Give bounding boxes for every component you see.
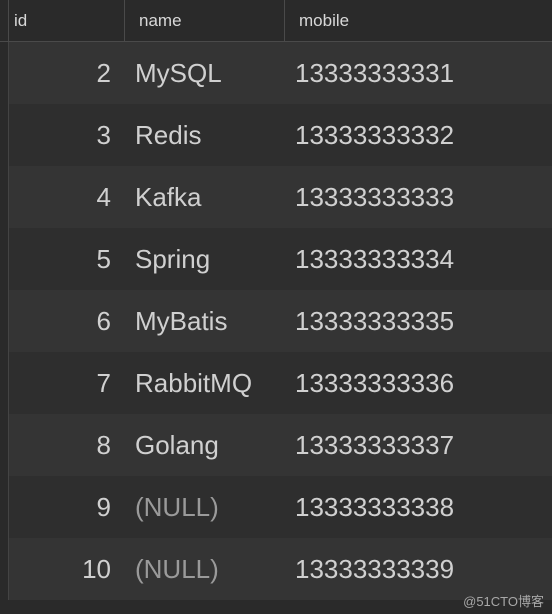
cell-name: (NULL) [125,476,285,538]
cell-mobile: 13333333332 [285,104,552,166]
cell-id: 8 [0,414,125,476]
column-header-id[interactable]: id [0,0,125,41]
table-row[interactable]: 2MySQL13333333331 [0,42,552,104]
column-header-name[interactable]: name [125,0,285,41]
cell-mobile: 13333333334 [285,228,552,290]
column-header-mobile[interactable]: mobile [285,0,552,41]
cell-name: (NULL) [125,538,285,600]
table-row[interactable]: 6MyBatis13333333335 [0,290,552,352]
cell-mobile: 13333333338 [285,476,552,538]
cell-name: Kafka [125,166,285,228]
table-row[interactable]: 7RabbitMQ13333333336 [0,352,552,414]
results-table: id name mobile 2MySQL133333333313Redis13… [0,0,552,600]
cell-mobile: 13333333331 [285,42,552,104]
table-row[interactable]: 5Spring13333333334 [0,228,552,290]
cell-id: 6 [0,290,125,352]
table-row[interactable]: 8Golang13333333337 [0,414,552,476]
cell-name: RabbitMQ [125,352,285,414]
cell-name: Spring [125,228,285,290]
cell-mobile: 13333333337 [285,414,552,476]
cell-name: Redis [125,104,285,166]
table-body: 2MySQL133333333313Redis133333333324Kafka… [0,42,552,600]
cell-id: 4 [0,166,125,228]
cell-id: 7 [0,352,125,414]
cell-name: MySQL [125,42,285,104]
cell-id: 5 [0,228,125,290]
cell-mobile: 13333333333 [285,166,552,228]
watermark: @51CTO博客 [463,591,544,610]
cell-name: Golang [125,414,285,476]
cell-id: 2 [0,42,125,104]
cell-id: 10 [0,538,125,600]
table-row[interactable]: 9(NULL)13333333338 [0,476,552,538]
table-row[interactable]: 4Kafka13333333333 [0,166,552,228]
cell-id: 9 [0,476,125,538]
cell-id: 3 [0,104,125,166]
cell-mobile: 13333333336 [285,352,552,414]
cell-name: MyBatis [125,290,285,352]
cell-mobile: 13333333335 [285,290,552,352]
table-row[interactable]: 3Redis13333333332 [0,104,552,166]
table-header: id name mobile [0,0,552,42]
